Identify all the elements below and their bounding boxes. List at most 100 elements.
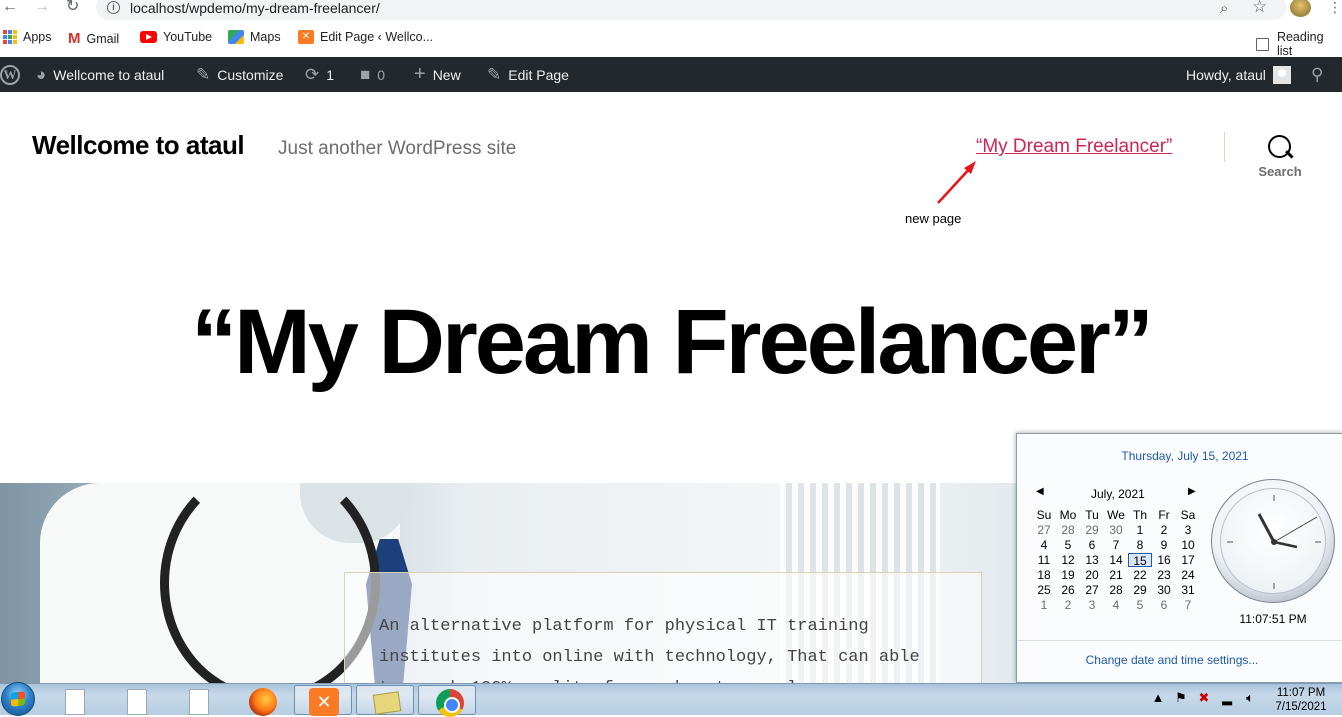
bookmark-star-icon[interactable]: ☆	[1252, 0, 1267, 17]
bookmark-apps[interactable]: Apps	[3, 30, 52, 44]
calendar-day[interactable]: 22	[1128, 568, 1152, 582]
volume-icon[interactable]: 🔈︎	[1242, 690, 1258, 706]
bookmark-youtube[interactable]: YouTube	[140, 30, 212, 44]
calendar-day[interactable]: 18	[1032, 568, 1056, 582]
network-signal-icon[interactable]: ▂	[1219, 690, 1235, 706]
plus-icon: +	[414, 63, 426, 85]
calendar-day[interactable]: 28	[1104, 583, 1128, 597]
calendar-day[interactable]: 3	[1080, 598, 1104, 612]
back-arrow-icon[interactable]: ←	[2, 0, 18, 15]
calendar-day[interactable]: 2	[1152, 523, 1176, 537]
calendar-day[interactable]: 5	[1056, 538, 1080, 552]
calendar-day[interactable]: 12	[1056, 553, 1080, 567]
calendar-day[interactable]: 4	[1104, 598, 1128, 612]
calendar-day[interactable]: 16	[1152, 553, 1176, 567]
start-button[interactable]	[1, 682, 35, 716]
site-title[interactable]: Wellcome to ataul	[32, 130, 245, 161]
calendar-day[interactable]: 1	[1128, 523, 1152, 537]
calendar-day[interactable]: 7	[1104, 538, 1128, 552]
admin-search[interactable]: ⚲	[1311, 57, 1323, 92]
wp-logo-menu[interactable]: W	[0, 57, 20, 92]
taskbar-app-chrome[interactable]	[418, 685, 476, 717]
reload-icon[interactable]: ↻	[66, 0, 79, 15]
calendar-day[interactable]: 19	[1056, 568, 1080, 582]
show-hidden-icons-icon[interactable]: ▲	[1150, 690, 1166, 706]
calendar-day[interactable]: 23	[1152, 568, 1176, 582]
calendar-day[interactable]: 2	[1056, 598, 1080, 612]
weekday-header: Th	[1132, 508, 1147, 522]
calendar-day[interactable]: 21	[1104, 568, 1128, 582]
calendar-day[interactable]: 1	[1032, 598, 1056, 612]
action-center-flag-icon[interactable]: ⚑	[1173, 690, 1189, 706]
taskbar-app-xampp[interactable]: ✕	[294, 685, 352, 716]
calendar-day[interactable]: 29	[1128, 583, 1152, 597]
zoom-icon[interactable]: ⌕	[1220, 0, 1228, 17]
taskbar-clock[interactable]: 11:07 PM 7/15/2021	[1268, 686, 1334, 714]
calendar-month-label[interactable]: July, 2021	[1091, 487, 1145, 501]
file-manager-icon	[372, 691, 402, 715]
calendar-day[interactable]: 31	[1176, 583, 1200, 597]
admin-site-name[interactable]: ◕ Wellcome to ataul	[36, 57, 164, 92]
calendar-day[interactable]: 20	[1080, 568, 1104, 582]
calendar-day[interactable]: 30	[1104, 523, 1128, 537]
bookmark-maps[interactable]: Maps	[228, 30, 281, 44]
admin-comments[interactable]: ■ 0	[360, 57, 385, 92]
reading-list-icon	[1256, 37, 1269, 51]
admin-updates[interactable]: ⟳ 1	[305, 57, 334, 92]
calendar-day[interactable]: 5	[1128, 598, 1152, 612]
calendar-day[interactable]: 13	[1080, 553, 1104, 567]
admin-new[interactable]: + New	[414, 57, 461, 92]
profile-avatar[interactable]	[1290, 0, 1311, 17]
calendar-day[interactable]: 27	[1080, 583, 1104, 597]
calendar-day[interactable]: 8	[1128, 538, 1152, 552]
comment-bubble-icon: ■	[360, 64, 371, 84]
calendar-day[interactable]: 30	[1152, 583, 1176, 597]
change-date-settings-link[interactable]: Change date and time settings...	[1017, 653, 1327, 667]
calendar-day[interactable]: 26	[1056, 583, 1080, 597]
taskbar-app-firefox[interactable]	[232, 685, 290, 716]
taskbar-app-document-3[interactable]	[170, 685, 228, 715]
calendar-day[interactable]: 4	[1032, 538, 1056, 552]
calendar-day[interactable]: 9	[1152, 538, 1176, 552]
admin-my-account[interactable]: Howdy, ataul	[1186, 57, 1291, 92]
browser-menu-icon[interactable]: ⋮	[1328, 0, 1342, 16]
taskbar-app-document-1[interactable]	[46, 685, 104, 715]
primary-menu-item[interactable]: “My Dream Freelancer”	[976, 136, 1172, 158]
bookmark-gmail[interactable]: M Gmail	[68, 30, 119, 47]
reading-list-button[interactable]: Reading list	[1256, 30, 1342, 58]
full-date-link[interactable]: Thursday, July 15, 2021	[1017, 449, 1342, 463]
admin-edit-page[interactable]: ✎ Edit Page	[487, 57, 569, 92]
taskbar-app-files[interactable]	[356, 685, 414, 715]
calendar-day[interactable]: 3	[1176, 523, 1200, 537]
calendar-day[interactable]: 15	[1128, 553, 1152, 568]
prev-month-icon[interactable]: ◀	[1036, 486, 1044, 497]
search-toggle[interactable]: Search	[1252, 134, 1308, 179]
calendar-day[interactable]: 28	[1056, 523, 1080, 537]
bookmarks-bar: Apps M Gmail YouTube Maps ✕ Edit Page ‹ …	[0, 26, 1342, 58]
clock-hands	[1227, 495, 1321, 589]
forward-arrow-icon[interactable]: →	[34, 0, 50, 15]
calendar-day[interactable]: 17	[1176, 553, 1200, 567]
bookmark-edit-page[interactable]: ✕ Edit Page ‹ Wellco...	[298, 30, 433, 44]
site-info-icon[interactable]: i	[107, 1, 120, 14]
taskbar-app-document-2[interactable]	[108, 685, 166, 715]
calendar-day[interactable]: 25	[1032, 583, 1056, 597]
calendar-day[interactable]: 10	[1176, 538, 1200, 552]
admin-customize[interactable]: ✎ Customize	[196, 57, 283, 92]
xampp-tray-icon[interactable]: ✖	[1196, 690, 1212, 706]
calendar-day[interactable]: 14	[1104, 553, 1128, 567]
xampp-icon: ✕	[309, 688, 339, 716]
address-bar[interactable]: i localhost/wpdemo/my-dream-freelancer/	[96, 0, 1286, 20]
url-text[interactable]: localhost/wpdemo/my-dream-freelancer/	[130, 0, 380, 16]
updates-count: 1	[326, 66, 335, 83]
updates-icon: ⟳	[305, 64, 320, 84]
calendar-day[interactable]: 29	[1080, 523, 1104, 537]
next-month-icon[interactable]: ▶	[1188, 486, 1196, 497]
calendar-day[interactable]: 6	[1152, 598, 1176, 612]
admin-new-label: New	[432, 66, 461, 83]
calendar-day[interactable]: 11	[1032, 553, 1056, 567]
calendar-day[interactable]: 7	[1176, 598, 1200, 612]
calendar-day[interactable]: 27	[1032, 523, 1056, 537]
calendar-day[interactable]: 24	[1176, 568, 1200, 582]
calendar-day[interactable]: 6	[1080, 538, 1104, 552]
